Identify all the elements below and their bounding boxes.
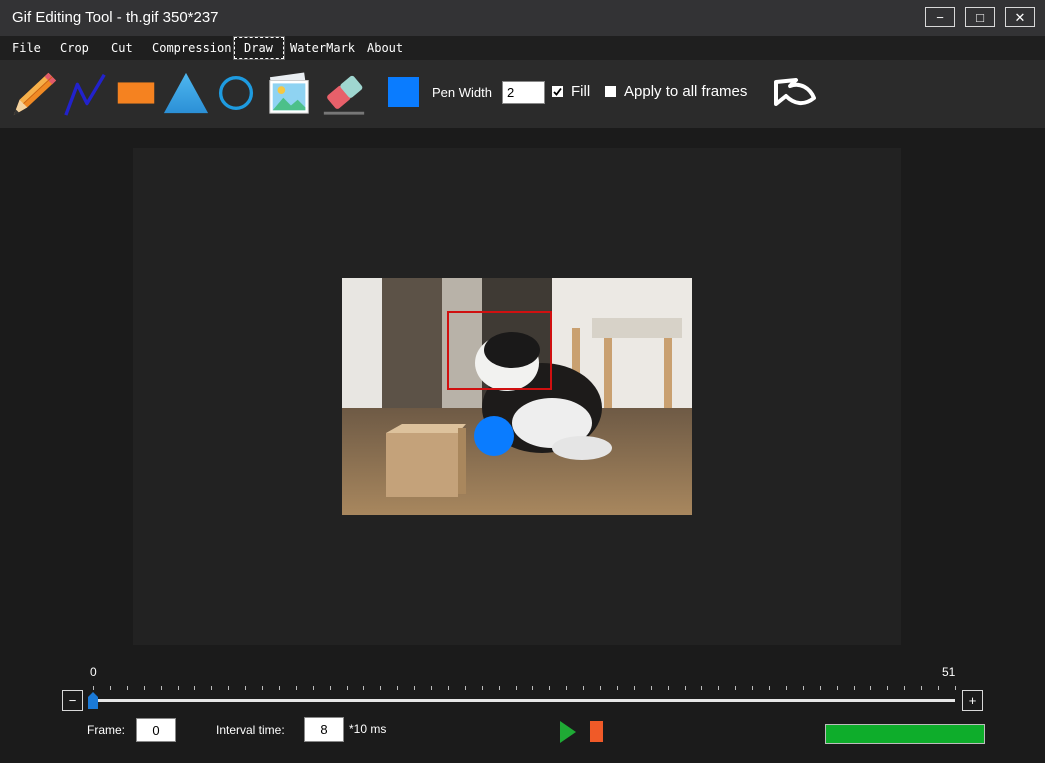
minimize-button[interactable]: − [925, 7, 955, 27]
slider-tick [836, 686, 838, 690]
rectangle-icon[interactable] [112, 68, 160, 118]
slider-tick [431, 686, 433, 690]
slider-tick [515, 686, 517, 690]
slider-tick [312, 686, 314, 690]
slider-tick [397, 686, 399, 690]
slider-tick [126, 686, 128, 690]
slider-tick [481, 686, 483, 690]
pen-width-label: Pen Width [432, 85, 492, 100]
slider-min-label: 0 [90, 665, 97, 679]
menu-cut[interactable]: Cut [108, 38, 136, 58]
slider-tick [819, 686, 821, 690]
slider-tick [701, 686, 703, 690]
menu-compression[interactable]: Compression [149, 38, 234, 58]
image-icon[interactable] [266, 68, 314, 118]
slider-tick [684, 686, 686, 690]
interval-unit-label: *10 ms [349, 722, 387, 736]
pen-width-input[interactable]: 2 [502, 81, 545, 104]
slider-tick [447, 686, 449, 690]
slider-tick [802, 686, 804, 690]
slider-tick [346, 686, 348, 690]
interval-input[interactable]: 8 [304, 717, 344, 742]
apply-all-label: Apply to all frames [624, 83, 748, 100]
slider-tick [735, 686, 737, 690]
slider-tick [887, 686, 889, 690]
triangle-icon[interactable] [162, 68, 210, 118]
slider-tick [667, 686, 669, 690]
progress-bar [825, 724, 985, 744]
slider-tick [616, 686, 618, 690]
fill-label: Fill [571, 83, 591, 100]
frame-minus-button[interactable]: − [62, 690, 83, 711]
slider-tick [752, 686, 754, 690]
frame-slider-track[interactable] [93, 699, 955, 702]
frame-slider-thumb[interactable] [88, 692, 98, 709]
menu-draw[interactable]: Draw [233, 36, 285, 60]
slider-tick [109, 686, 111, 690]
slider-tick [566, 686, 568, 690]
maximize-button[interactable]: □ [965, 7, 995, 27]
slider-tick [785, 686, 787, 690]
slider-tick [853, 686, 855, 690]
slider-tick [143, 686, 145, 690]
slider-tick [600, 686, 602, 690]
fill-checkbox[interactable] [552, 86, 563, 97]
slider-tick [329, 686, 331, 690]
slider-tick [295, 686, 297, 690]
slider-tick [938, 686, 940, 690]
slider-tick [414, 686, 416, 690]
slider-tick [769, 686, 771, 690]
slider-tick [245, 686, 247, 690]
close-button[interactable]: ✕ [1005, 7, 1035, 27]
frame-plus-button[interactable]: + [962, 690, 983, 711]
eraser-icon[interactable] [320, 68, 368, 118]
slider-tick [93, 686, 94, 690]
menu-about[interactable]: About [364, 38, 406, 58]
pencil-icon[interactable] [10, 68, 58, 118]
slider-tick [955, 686, 956, 690]
play-icon[interactable] [560, 721, 576, 743]
frame-input[interactable]: 0 [136, 718, 176, 742]
menu-crop[interactable]: Crop [57, 38, 92, 58]
slider-tick [464, 686, 466, 690]
undo-icon[interactable] [770, 74, 820, 114]
color-swatch[interactable] [388, 77, 419, 107]
slider-tick [177, 686, 179, 690]
slider-tick [904, 686, 906, 690]
slider-tick [363, 686, 365, 690]
progress-bar-fill [826, 725, 984, 743]
slider-tick [278, 686, 280, 690]
slider-tick [211, 686, 213, 690]
slider-tick [160, 686, 162, 690]
slider-tick [262, 686, 264, 690]
circle-icon[interactable] [212, 68, 260, 118]
slider-tick [532, 686, 534, 690]
slider-tick [718, 686, 720, 690]
slider-tick [549, 686, 551, 690]
polyline-icon[interactable] [62, 68, 110, 118]
window-title: Gif Editing Tool - th.gif 350*237 [12, 9, 219, 26]
menu-file[interactable]: File [9, 38, 44, 58]
interval-label: Interval time: [216, 723, 285, 737]
slider-tick [194, 686, 196, 690]
slider-tick [583, 686, 585, 690]
frame-label: Frame: [87, 723, 126, 737]
slider-tick [228, 686, 230, 690]
slider-tick [921, 686, 923, 690]
gif-frame-image[interactable] [342, 278, 692, 515]
slider-max-label: 51 [942, 665, 956, 679]
menu-bar: File Crop Cut Compression Draw WaterMark… [0, 36, 1045, 60]
slider-tick [870, 686, 872, 690]
draw-toolbar: Pen Width 2 Fill Apply to all frames [0, 60, 1045, 128]
slider-tick [650, 686, 652, 690]
menu-watermark[interactable]: WaterMark [287, 38, 358, 58]
slider-tick [498, 686, 500, 690]
title-bar: Gif Editing Tool - th.gif 350*237 − □ ✕ [0, 0, 1045, 36]
stop-icon[interactable] [590, 721, 603, 742]
slider-tick [633, 686, 635, 690]
apply-all-checkbox[interactable] [605, 86, 616, 97]
slider-tick [380, 686, 382, 690]
